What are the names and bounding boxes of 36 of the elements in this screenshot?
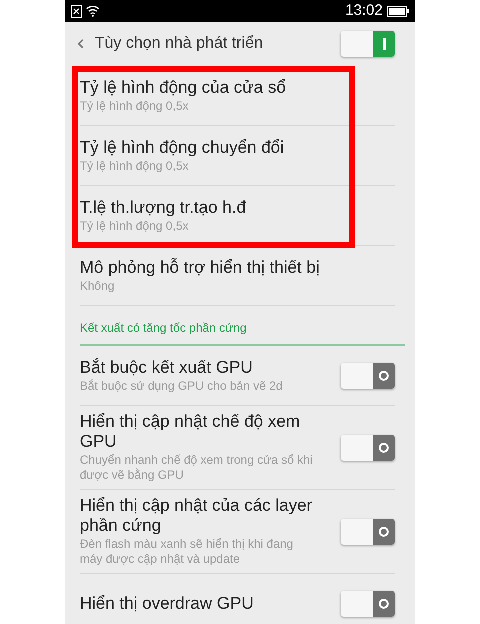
setting-title: Tỷ lệ hình động của cửa sổ [80, 78, 288, 98]
clock: 13:02 [345, 0, 383, 21]
setting-title: T.lệ th.lượng tr.tạo h.đ [80, 198, 248, 218]
setting-summary: Đèn flash màu xanh sẽ hiển thị khi đang máy được cập nhật và update [80, 537, 294, 567]
settings-row[interactable]: Hiển thị overdraw GPU [65, 574, 415, 624]
setting-title: Hiển thị cập nhật chế độ xem GPU [80, 412, 302, 452]
setting-summary: Bắt buộc sử dụng GPU cho bản vẽ 2d [80, 378, 284, 394]
settings-row[interactable]: T.lệ th.lượng tr.tạo h.đ Tỷ lệ hình động 0,5x [65, 186, 415, 246]
toggle-switch[interactable] [341, 518, 395, 544]
setting-summary: Tỷ lệ hình động 0,5x [80, 98, 190, 114]
toggle-switch[interactable] [341, 31, 395, 57]
setting-title: Hiển thị overdraw GPU [80, 594, 255, 614]
setting-summary: Tỷ lệ hình động 0,5x [80, 218, 190, 234]
wifi-icon [86, 5, 100, 17]
chevron-left-icon [77, 38, 85, 50]
toggle-switch[interactable] [341, 590, 395, 616]
page-title: Tùy chọn nhà phát triển [95, 34, 264, 54]
setting-title: Mô phỏng hỗ trợ hiển thị thiết bị [80, 258, 321, 278]
sim-card-icon [71, 4, 82, 18]
settings-row[interactable]: Bắt buộc kết xuất GPU Bắt buộc sử dụng GPU cho bản vẽ 2d [65, 346, 415, 406]
settings-row[interactable]: Tỷ lệ hình động của cửa sổ Tỷ lệ hình động 0,5x [65, 66, 415, 126]
toggle-switch[interactable] [341, 434, 395, 460]
settings-row[interactable]: Mô phỏng hỗ trợ hiển thị thiết bị Không [65, 246, 415, 306]
setting-title: Bắt buộc kết xuất GPU [80, 358, 254, 378]
settings-row[interactable]: Hiển thị cập nhật chế độ xem GPU Chuyển nhanh chế độ xem trong cửa sổ khi được vẽ bằng GPU [65, 406, 415, 490]
setting-title: Hiển thị cập nhật của các layer phần cứng [80, 496, 314, 536]
setting-title: Tỷ lệ hình động chuyển đổi [80, 138, 286, 158]
setting-summary: Chuyển nhanh chế độ xem trong cửa sổ khi được vẽ bằng GPU [80, 453, 314, 483]
settings-row[interactable]: Tỷ lệ hình động chuyển đổi Tỷ lệ hình động 0,5x [65, 126, 415, 186]
back-button[interactable] [77, 38, 85, 50]
setting-summary: Không [80, 278, 116, 294]
setting-summary: Tỷ lệ hình động 0,5x [80, 158, 190, 174]
settings-row[interactable]: Hiển thị cập nhật của các layer phần cứng Đèn flash màu xanh sẽ hiển thị khi đang máy được cập nhật và update [65, 490, 415, 574]
toggle-switch[interactable] [341, 362, 395, 388]
section-header: Kết xuất có tăng tốc phần cứng [80, 321, 247, 335]
battery-icon [387, 6, 409, 16]
